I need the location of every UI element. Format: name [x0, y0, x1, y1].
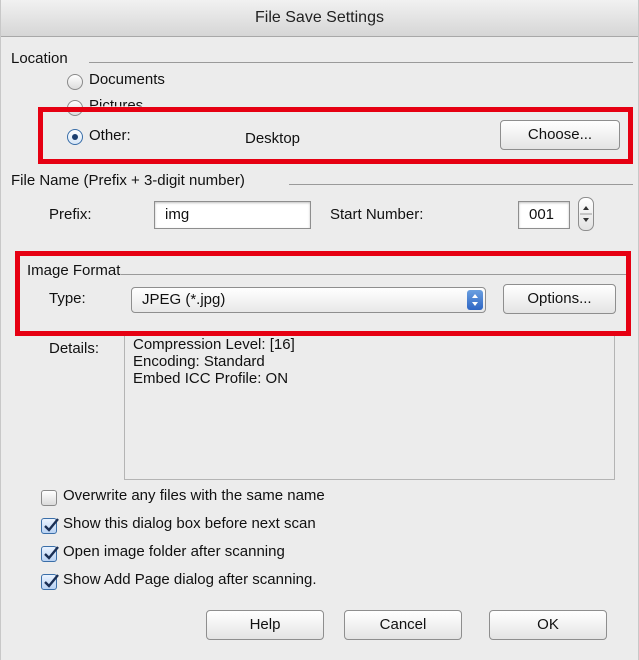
- radio-other-label[interactable]: Other:: [89, 127, 131, 144]
- checkmark-icon: [44, 546, 59, 560]
- ok-button[interactable]: OK: [489, 610, 607, 640]
- help-button[interactable]: Help: [206, 610, 324, 640]
- start-number-label: Start Number:: [330, 206, 424, 223]
- type-select[interactable]: JPEG (*.jpg): [131, 287, 486, 313]
- prefix-input[interactable]: img: [154, 201, 311, 229]
- up-down-arrows-icon: [467, 290, 483, 310]
- file-name-section-label: File Name (Prefix + 3-digit number): [11, 172, 245, 189]
- details-line-1: Compression Level: [16]: [133, 336, 295, 353]
- choose-button[interactable]: Choose...: [500, 120, 620, 150]
- checkbox-overwrite[interactable]: [41, 490, 57, 506]
- details-line-2: Encoding: Standard: [133, 353, 265, 370]
- checkbox-show-dialog-label[interactable]: Show this dialog box before next scan: [63, 515, 316, 532]
- location-divider: [89, 62, 633, 63]
- image-format-section-label: Image Format: [27, 262, 121, 279]
- details-label: Details:: [49, 340, 100, 357]
- start-number-input[interactable]: 001: [518, 201, 570, 229]
- cancel-button[interactable]: Cancel: [344, 610, 462, 640]
- radio-documents-label[interactable]: Documents: [89, 71, 165, 88]
- checkbox-show-dialog[interactable]: [41, 518, 59, 534]
- checkmark-icon: [44, 574, 59, 588]
- radio-pictures[interactable]: [67, 100, 83, 116]
- checkmark-icon: [44, 518, 59, 532]
- radio-other[interactable]: [67, 129, 83, 145]
- type-select-value: JPEG (*.jpg): [142, 291, 226, 308]
- prefix-label: Prefix:: [49, 206, 92, 223]
- checkbox-open-folder[interactable]: [41, 546, 59, 562]
- checkbox-overwrite-label[interactable]: Overwrite any files with the same name: [63, 487, 325, 504]
- file-save-settings-dialog: File Save Settings Location Documents Pi…: [0, 0, 639, 660]
- checkbox-add-page-label[interactable]: Show Add Page dialog after scanning.: [63, 571, 317, 588]
- other-path-value: Desktop: [245, 130, 301, 147]
- radio-pictures-label[interactable]: Pictures: [89, 97, 143, 106]
- window-title: File Save Settings: [1, 0, 638, 37]
- file-name-divider: [289, 184, 633, 185]
- checkbox-add-page[interactable]: [41, 574, 59, 590]
- details-line-3: Embed ICC Profile: ON: [133, 370, 289, 387]
- radio-documents[interactable]: [67, 74, 83, 90]
- type-label: Type:: [49, 290, 86, 307]
- options-button[interactable]: Options...: [503, 284, 616, 314]
- start-number-stepper[interactable]: [578, 197, 594, 231]
- image-format-divider: [121, 274, 629, 275]
- checkbox-open-folder-label[interactable]: Open image folder after scanning: [63, 543, 285, 560]
- up-down-stepper-icon: [580, 206, 592, 222]
- location-section-label: Location: [11, 50, 68, 67]
